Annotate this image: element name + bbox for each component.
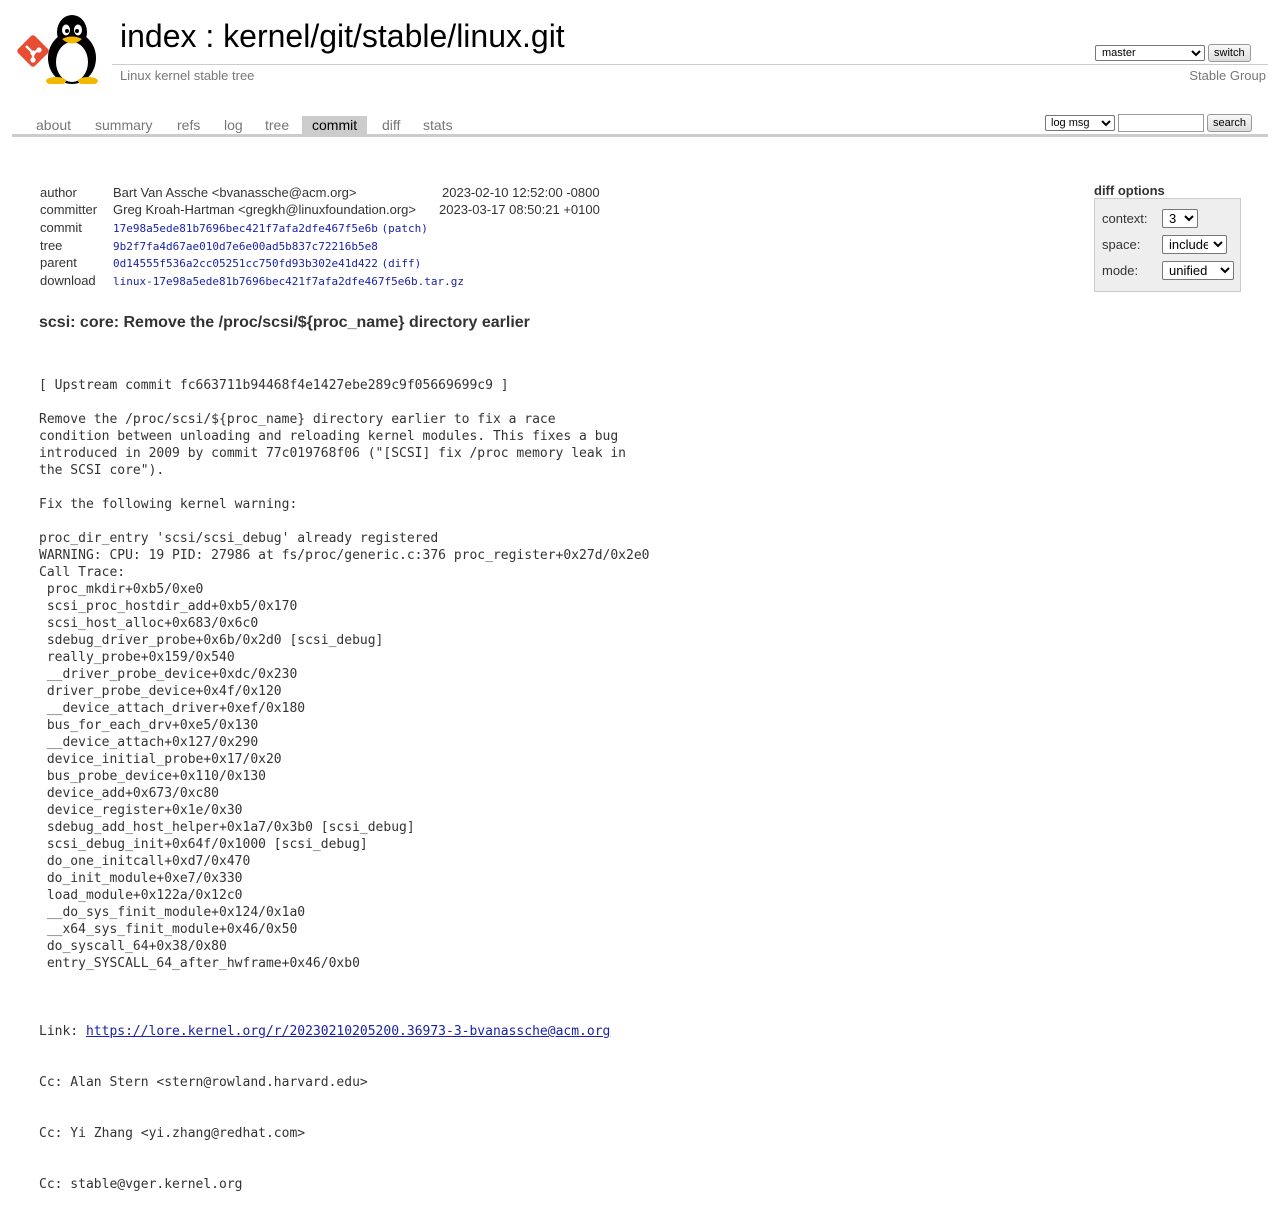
commit-message-line: scsi_proc_hostdir_add+0xb5/0x170 <box>39 599 298 614</box>
commit-message-line <box>39 513 649 530</box>
context-select[interactable]: 3 <box>1162 209 1198 228</box>
commit-message-line: introduced in 2009 by commit 77c019768f0… <box>39 446 626 461</box>
diff-link[interactable]: diff <box>388 257 415 270</box>
commit-message-line: device_add+0x673/0xc80 <box>39 786 220 801</box>
download-link[interactable]: linux-17e98a5ede81b7696bec421f7afa2dfe46… <box>113 275 464 288</box>
commit-message-line: WARNING: CPU: 19 PID: 27986 at fs/proc/g… <box>39 548 650 563</box>
title-separator: : <box>196 18 224 54</box>
commit-message-line: sdebug_add_host_helper+0x1a7/0x3b0 [scsi… <box>39 820 415 835</box>
space-label: space: <box>1102 237 1141 252</box>
commit-message-line <box>39 479 649 496</box>
commit-message-line: condition between unloading and reloadin… <box>39 429 619 444</box>
switch-button[interactable]: switch <box>1208 44 1251 62</box>
commit-message-line: Remove the /proc/scsi/${proc_name} direc… <box>39 412 556 427</box>
parent-value: 0d14555f536a2cc05251cc750fd93b302e41d422… <box>113 254 421 272</box>
commit-label: commit <box>40 220 82 235</box>
patch-link[interactable]: patch <box>388 222 421 235</box>
commit-message-line: proc_dir_entry 'scsi/scsi_debug' already… <box>39 531 439 546</box>
commit-message-line: __device_attach+0x127/0x290 <box>39 735 259 750</box>
commit-message-line: Call Trace: <box>39 565 126 580</box>
tree-hash-link[interactable]: 9b2f7fa4d67ae010d7e6e00ad5b837c72216b5e8 <box>113 240 378 253</box>
header-divider <box>112 64 1268 65</box>
commit-message-line: __do_sys_finit_module+0x124/0x1a0 <box>39 905 306 920</box>
commit-message-body: [ Upstream commit fc663711b94468f4e1427e… <box>39 377 649 989</box>
commit-message-line: proc_mkdir+0xb5/0xe0 <box>39 582 204 597</box>
tab-commit[interactable]: commit <box>302 116 368 134</box>
commit-message-line: the SCSI core"). <box>39 463 165 478</box>
tree-label: tree <box>40 238 63 253</box>
tab-tree[interactable]: tree <box>255 116 299 134</box>
context-label: context: <box>1102 211 1148 226</box>
search-button[interactable]: search <box>1207 114 1253 132</box>
commit-message-line: device_initial_probe+0x17/0x20 <box>39 752 282 767</box>
commit-message-line: really_probe+0x159/0x540 <box>39 650 235 665</box>
link-prefix: Link: <box>39 1024 86 1039</box>
mode-label: mode: <box>1102 263 1139 278</box>
diff-link-wrapper: (diff) <box>381 257 422 270</box>
cc-line: Cc: stable@vger.kernel.org <box>39 1177 243 1192</box>
commit-message-line <box>39 972 649 989</box>
commit-message-line: __driver_probe_device+0xdc/0x230 <box>39 667 298 682</box>
commit-message: [ Upstream commit fc663711b94468f4e1427e… <box>39 343 649 1210</box>
tab-about[interactable]: about <box>26 116 81 134</box>
diff-options-panel: context: 3 space: include mode: unified <box>1094 198 1241 292</box>
repo-path-link[interactable]: kernel/git/stable/linux.git <box>223 18 565 54</box>
mode-select[interactable]: unified <box>1162 261 1234 280</box>
branch-select[interactable]: master <box>1095 45 1205 61</box>
commit-message-line: Fix the following kernel warning: <box>39 497 298 512</box>
commit-message-line: load_module+0x122a/0x12c0 <box>39 888 243 903</box>
committer-label: committer <box>40 202 98 217</box>
cc-line: Cc: Alan Stern <stern@rowland.harvard.ed… <box>39 1075 368 1090</box>
commit-message-line: entry_SYSCALL_64_after_hwframe+0x46/0xb0 <box>39 956 360 971</box>
diff-options-title: diff options <box>1094 183 1165 198</box>
parent-label: parent <box>40 255 77 270</box>
download-value: linux-17e98a5ede81b7696bec421f7afa2dfe46… <box>113 272 464 290</box>
search-mode-select[interactable]: log msg <box>1045 115 1115 131</box>
commit-hash-link[interactable]: 17e98a5ede81b7696bec421f7afa2dfe467f5e6b <box>113 222 378 235</box>
tree-value: 9b2f7fa4d67ae010d7e6e00ad5b837c72216b5e8 <box>113 237 378 255</box>
commit-message-line: __device_attach_driver+0xef/0x180 <box>39 701 306 716</box>
commit-message-line: sdebug_driver_probe+0x6b/0x2d0 [scsi_deb… <box>39 633 384 648</box>
link-line: Link: https://lore.kernel.org/r/20230210… <box>39 1023 649 1040</box>
repo-description: Linux kernel stable tree <box>120 68 255 83</box>
commit-value: 17e98a5ede81b7696bec421f7afa2dfe467f5e6b… <box>113 219 428 237</box>
author-date: 2023-02-10 12:52:00 -0800 <box>442 185 600 200</box>
tab-stats[interactable]: stats <box>413 116 463 134</box>
repo-owner: Stable Group <box>1189 68 1266 83</box>
download-label: download <box>40 273 96 288</box>
commit-message-line: do_syscall_64+0x38/0x80 <box>39 939 227 954</box>
author-label: author <box>40 185 77 200</box>
commit-subject: scsi: core: Remove the /proc/scsi/${proc… <box>39 314 530 331</box>
patch-link-wrapper: (patch) <box>381 222 428 235</box>
author-value: Bart Van Assche <bvanassche@acm.org> <box>113 185 357 200</box>
commit-message-line: driver_probe_device+0x4f/0x120 <box>39 684 282 699</box>
tab-log[interactable]: log <box>214 116 253 134</box>
tab-refs[interactable]: refs <box>167 116 210 134</box>
commit-message-line: [ Upstream commit fc663711b94468f4e1427e… <box>39 378 509 393</box>
commit-message-line: do_init_module+0xe7/0x330 <box>39 871 243 886</box>
committer-value: Greg Kroah-Hartman <gregkh@linuxfoundati… <box>113 202 416 217</box>
committer-date: 2023-03-17 08:50:21 +0100 <box>439 202 600 217</box>
commit-message-line: do_one_initcall+0xd7/0x470 <box>39 854 251 869</box>
tab-summary[interactable]: summary <box>85 116 163 134</box>
commit-message-line: bus_for_each_drv+0xe5/0x130 <box>39 718 259 733</box>
cc-line: Cc: Yi Zhang <yi.zhang@redhat.com> <box>39 1126 306 1141</box>
commit-message-line: bus_probe_device+0x110/0x130 <box>39 769 266 784</box>
repo-title: index : kernel/git/stable/linux.git <box>120 16 565 56</box>
parent-hash-link[interactable]: 0d14555f536a2cc05251cc750fd93b302e41d422 <box>113 257 378 270</box>
commit-message-line: __x64_sys_finit_module+0x46/0x50 <box>39 922 298 937</box>
tab-diff[interactable]: diff <box>372 116 410 134</box>
lore-link[interactable]: https://lore.kernel.org/r/20230210205200… <box>86 1024 610 1039</box>
search-input[interactable] <box>1118 114 1204 132</box>
tux-penguin-icon[interactable] <box>36 12 108 84</box>
index-link[interactable]: index <box>120 18 197 54</box>
commit-message-line: scsi_host_alloc+0x683/0x6c0 <box>39 616 259 631</box>
commit-message-line: device_register+0x1e/0x30 <box>39 803 243 818</box>
space-select[interactable]: include <box>1162 235 1227 254</box>
commit-message-line: scsi_debug_init+0x64f/0x1000 [scsi_debug… <box>39 837 368 852</box>
commit-message-line <box>39 394 649 411</box>
